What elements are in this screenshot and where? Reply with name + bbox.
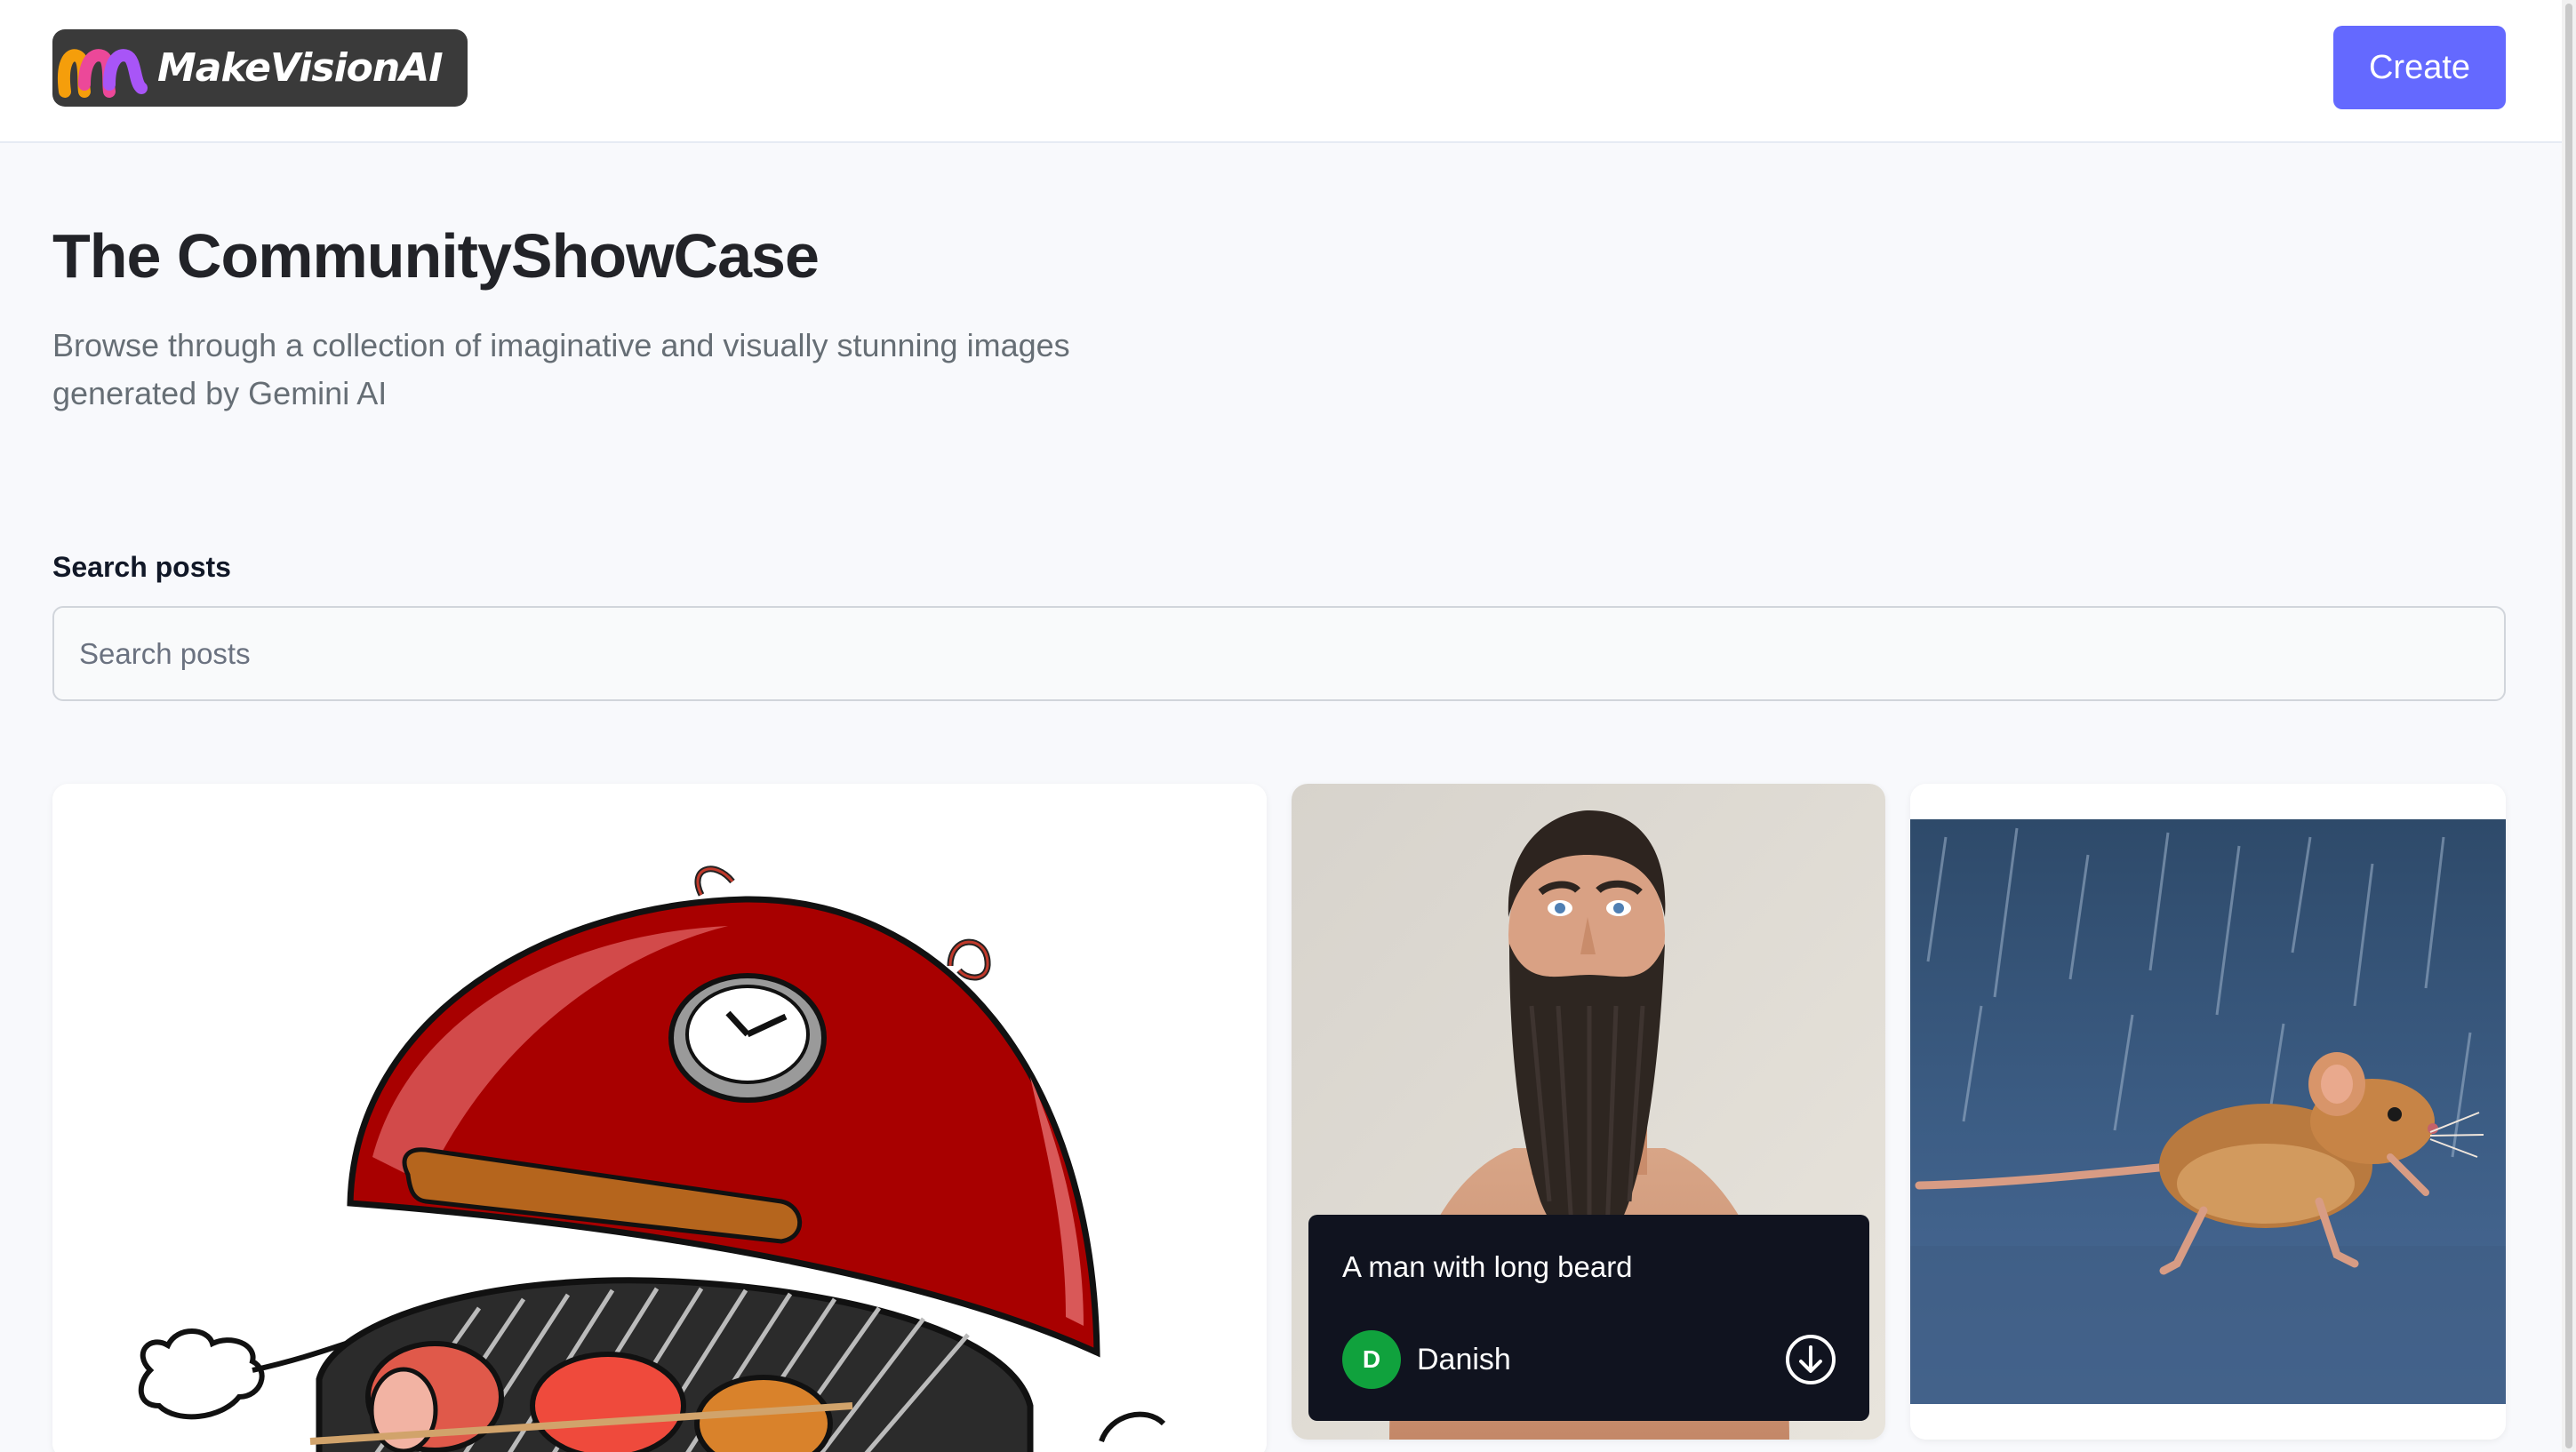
logo-mark-icon: [58, 49, 148, 98]
post-card-bbq[interactable]: [52, 784, 1267, 1452]
create-button[interactable]: Create: [2333, 26, 2506, 109]
post-prompt: A man with long beard: [1342, 1250, 1633, 1283]
search-input[interactable]: [52, 606, 2506, 701]
logo[interactable]: MakeVisionAI: [52, 29, 468, 107]
page-title: The CommunityShowCase: [52, 221, 820, 291]
post-card-mouse[interactable]: [1910, 784, 2506, 1440]
post-image-mouse-rain: [1910, 784, 2506, 1440]
avatar: D: [1342, 1330, 1401, 1389]
post-card-beard[interactable]: A man with long beard D Danish: [1292, 784, 1885, 1440]
search-label: Search posts: [52, 551, 231, 583]
download-icon[interactable]: [1784, 1333, 1837, 1386]
post-overlay: A man with long beard D Danish: [1308, 1215, 1869, 1421]
scrollbar-thumb[interactable]: [2565, 4, 2572, 1448]
logo-text: MakeVisionAI: [157, 45, 444, 91]
post-image-bbq-grill: [52, 784, 1267, 1452]
page-scrollbar[interactable]: [2562, 0, 2576, 1452]
post-author: Danish: [1417, 1342, 1511, 1376]
post-author-row: D Danish: [1342, 1330, 1837, 1389]
page-subtitle: Browse through a collection of imaginati…: [52, 327, 1070, 411]
top-header: MakeVisionAI Create: [0, 0, 2576, 143]
